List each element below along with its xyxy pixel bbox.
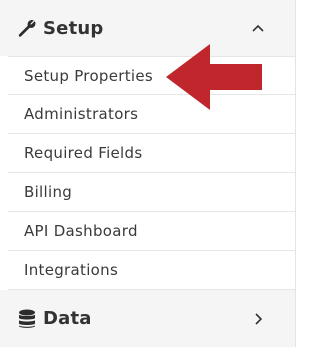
section-title-setup: Setup xyxy=(43,17,104,39)
sidebar-item-billing[interactable]: Billing xyxy=(8,173,295,212)
sidebar-item-label: Billing xyxy=(24,183,73,201)
sidebar-item-label: Administrators xyxy=(24,105,139,123)
chevron-up-icon[interactable] xyxy=(251,21,265,35)
section-header-data[interactable]: Data xyxy=(0,290,295,347)
sidebar-item-label: Setup Properties xyxy=(24,66,154,85)
sidebar-item-required-fields[interactable]: Required Fields xyxy=(8,134,295,173)
database-icon xyxy=(16,308,38,330)
sidebar-item-integrations[interactable]: Integrations xyxy=(8,251,295,290)
section-title-data: Data xyxy=(43,308,92,329)
sidebar-item-label: Required Fields xyxy=(24,144,143,162)
chevron-right-icon[interactable] xyxy=(251,312,265,326)
wrench-icon xyxy=(16,17,38,39)
annotation-arrow-icon xyxy=(166,44,262,110)
sidebar-item-label: Integrations xyxy=(24,261,119,279)
sidebar-item-api-dashboard[interactable]: API Dashboard xyxy=(8,212,295,251)
sidebar-item-label: API Dashboard xyxy=(24,222,138,240)
